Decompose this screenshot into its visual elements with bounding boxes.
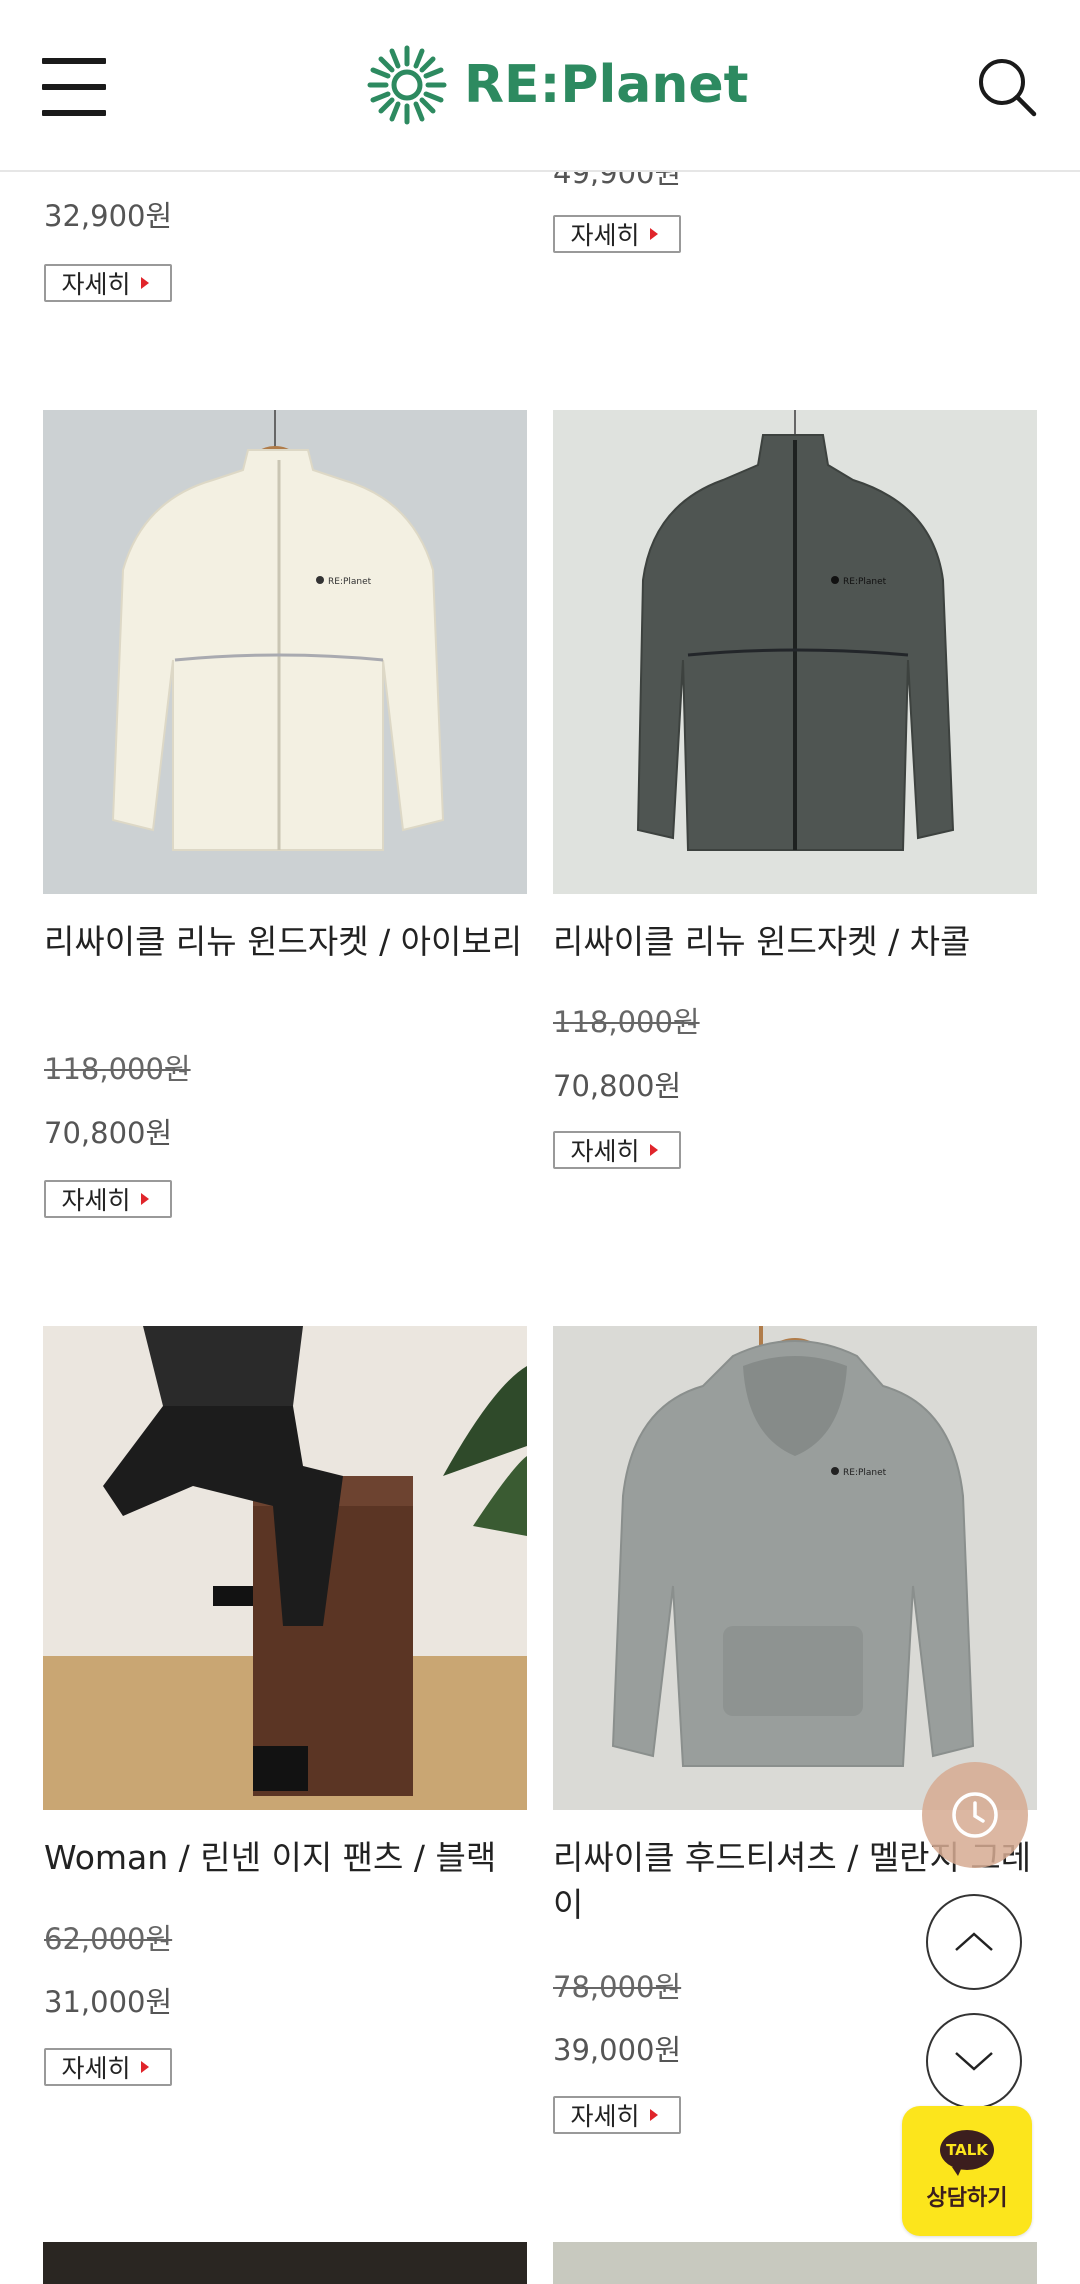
product-original-price: 78,000원 [553, 1970, 682, 2004]
brand-logo[interactable]: RE:Planet [366, 40, 749, 130]
product-price: 31,000원 [44, 1985, 173, 2019]
product-price: 39,000원 [553, 2033, 682, 2067]
menu-button[interactable] [42, 58, 106, 116]
product-original-price: 118,000원 [553, 1005, 700, 1039]
product-image-charcoal-jacket[interactable]: RE:Planet [553, 410, 1037, 894]
product-original-price: 62,000원 [44, 1922, 173, 1956]
arrow-icon [140, 2061, 149, 2073]
jacket-illustration: RE:Planet [553, 410, 1037, 894]
chevron-down-icon [955, 2052, 993, 2071]
product-name[interactable]: 리싸이클 리뉴 윈드자켓 / 차콜 [553, 918, 1043, 965]
detail-button[interactable]: 자세히 [44, 2048, 172, 2086]
product-price: 70,800원 [553, 1069, 682, 1103]
detail-button-label: 자세히 [570, 221, 640, 250]
detail-button[interactable]: 자세히 [553, 1131, 681, 1169]
arrow-icon [649, 2109, 658, 2121]
product-price-cropped: 49,900원 [553, 170, 753, 186]
chevron-up-icon [955, 1932, 993, 1951]
arrow-icon [140, 277, 149, 289]
detail-button-label: 자세히 [61, 1186, 131, 1215]
app-header: RE:Planet [0, 0, 1080, 172]
detail-button-label: 자세히 [61, 2054, 131, 2083]
product-image-grey-hoodie[interactable]: RE:Planet [553, 1326, 1037, 1810]
arrow-icon [140, 1193, 149, 1205]
svg-text:RE:Planet: RE:Planet [843, 577, 887, 587]
product-price: 70,800원 [44, 1116, 173, 1150]
scroll-bottom-button[interactable] [926, 2013, 1022, 2109]
product-name[interactable]: 리싸이클 리뉴 윈드자켓 / 아이보리 [44, 918, 534, 965]
search-icon[interactable] [976, 56, 1038, 118]
svg-text:RE:Planet: RE:Planet [843, 1468, 887, 1478]
product-image-ivory-jacket[interactable]: RE:Planet [43, 410, 527, 894]
product-image-partial[interactable] [553, 2242, 1037, 2284]
detail-button[interactable]: 자세히 [44, 264, 172, 302]
detail-button[interactable]: 자세히 [553, 215, 681, 253]
pants-illustration [43, 1326, 527, 1810]
detail-button-label: 자세히 [570, 2102, 640, 2131]
svg-text:RE:Planet: RE:Planet [328, 577, 372, 587]
talk-bubble-icon: TALK [940, 2130, 994, 2176]
jacket-illustration: RE:Planet [43, 410, 527, 894]
product-image-linen-pants[interactable] [43, 1326, 527, 1810]
sun-logo-icon [367, 45, 447, 125]
product-name[interactable]: Woman / 린넨 이지 팬츠 / 블랙 [44, 1834, 534, 1881]
clock-icon [952, 1792, 998, 1838]
scroll-top-button[interactable] [926, 1894, 1022, 1990]
detail-button[interactable]: 자세히 [553, 2096, 681, 2134]
product-image-partial[interactable] [43, 2242, 527, 2284]
product-price: 32,900원 [44, 199, 173, 233]
arrow-icon [649, 1144, 658, 1156]
hoodie-illustration: RE:Planet [553, 1326, 1037, 1810]
kakao-talk-consult-button[interactable]: TALK 상담하기 [902, 2106, 1032, 2236]
brand-name: RE:Planet [464, 55, 749, 115]
arrow-icon [649, 228, 658, 240]
detail-button-label: 자세히 [570, 1137, 640, 1166]
recent-view-button[interactable] [922, 1762, 1028, 1868]
detail-button-label: 자세히 [61, 270, 131, 299]
detail-button[interactable]: 자세히 [44, 1180, 172, 1218]
product-original-price: 118,000원 [44, 1052, 191, 1086]
kakao-consult-label: 상담하기 [926, 2186, 1008, 2211]
